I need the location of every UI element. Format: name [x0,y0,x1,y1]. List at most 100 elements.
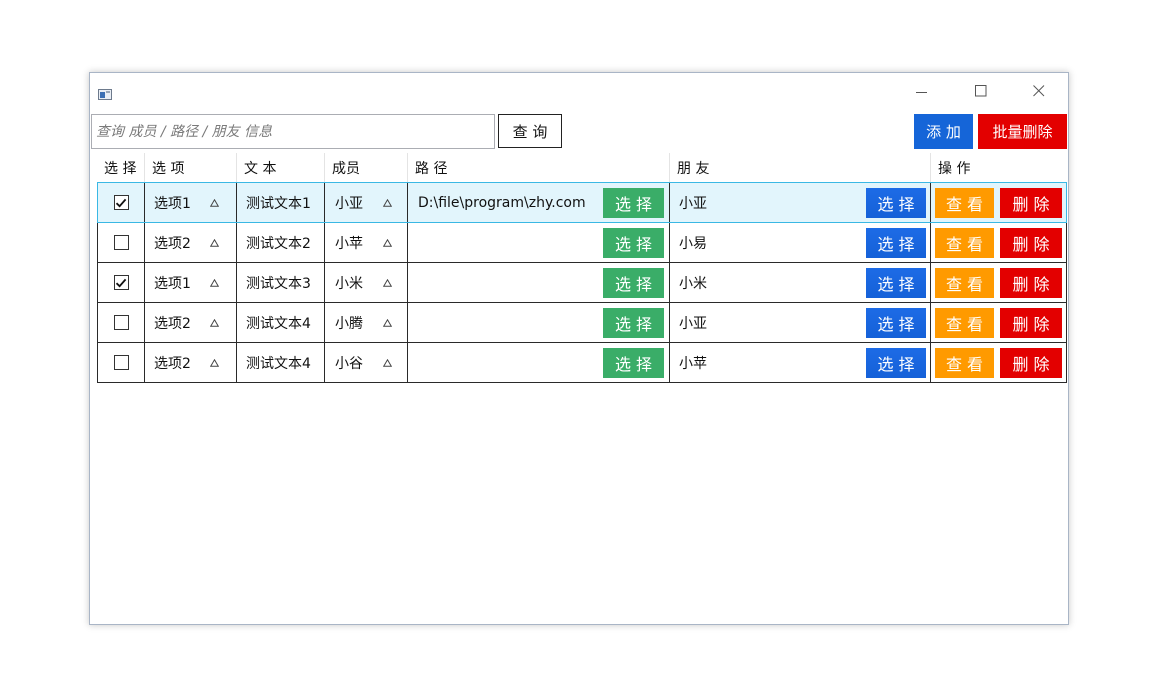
path-value: D:\file\program\zhy.com [418,194,586,211]
row-checkbox[interactable] [113,315,129,330]
text-value: 测试文本4 [246,355,311,372]
triangle-up-icon[interactable] [383,238,392,247]
checkmark-icon [115,198,127,208]
select-path-button[interactable]: 选 择 [603,307,664,338]
text-cell: 测试文本4 [237,303,325,342]
header-actions[interactable]: 操 作 [931,153,1067,182]
delete-button[interactable]: 删 除 [1000,347,1062,378]
actions-cell: 查 看 删 除 [931,183,1066,222]
path-cell: 选 择 [408,343,670,382]
table-row[interactable]: 选项2 测试文本2 小苹 选 择 小易 选 择 查 看 删 除 [97,222,1067,263]
header-path[interactable]: 路 径 [408,153,670,182]
table-row[interactable]: 选项2 测试文本4 小谷 选 择 小苹 选 择 查 看 删 除 [97,342,1067,383]
triangle-up-icon[interactable] [383,278,392,287]
friend-cell: 小苹 选 择 [670,343,931,382]
member-value: 小米 [335,275,363,292]
select-friend-button[interactable]: 选 择 [866,187,926,218]
view-button[interactable]: 查 看 [935,307,994,338]
member-cell[interactable]: 小米 [325,263,408,302]
select-path-button[interactable]: 选 择 [603,187,664,218]
delete-button[interactable]: 删 除 [1000,267,1062,298]
row-checkbox[interactable] [113,355,129,370]
option-cell[interactable]: 选项1 [145,183,237,222]
option-value: 选项2 [154,355,191,372]
view-button[interactable]: 查 看 [935,187,994,218]
actions-cell: 查 看 删 除 [931,223,1066,262]
query-button[interactable]: 查 询 [498,114,562,148]
select-friend-button[interactable]: 选 择 [866,267,926,298]
header-text[interactable]: 文 本 [237,153,325,182]
triangle-up-icon[interactable] [383,318,392,327]
option-cell[interactable]: 选项1 [145,263,237,302]
select-friend-button[interactable]: 选 择 [866,227,926,258]
header-option[interactable]: 选 项 [145,153,237,182]
member-value: 小亚 [335,195,363,212]
option-cell[interactable]: 选项2 [145,343,237,382]
member-cell[interactable]: 小亚 [325,183,408,222]
table-row[interactable]: 选项1 测试文本1 小亚 D:\file\program\zhy.com 选 择… [97,182,1067,223]
data-grid: 选 择 选 项 文 本 成员 路 径 朋 友 操 作 选项1 测试文本1 小亚 … [97,153,1067,383]
header-friend[interactable]: 朋 友 [670,153,931,182]
triangle-up-icon[interactable] [209,198,219,207]
member-cell[interactable]: 小谷 [325,343,408,382]
row-checkbox[interactable] [113,195,129,210]
delete-button[interactable]: 删 除 [1000,307,1062,338]
option-value: 选项2 [154,235,191,252]
view-button[interactable]: 查 看 [935,267,994,298]
close-icon[interactable] [1033,85,1045,97]
select-cell [98,343,145,382]
actions-cell: 查 看 删 除 [931,343,1066,382]
path-cell: D:\file\program\zhy.com 选 择 [408,183,670,222]
add-button[interactable]: 添 加 [914,114,973,149]
friend-value: 小亚 [679,315,707,332]
minimize-icon[interactable] [916,85,928,97]
view-button[interactable]: 查 看 [935,347,994,378]
friend-value: 小易 [679,235,707,252]
table-header: 选 择 选 项 文 本 成员 路 径 朋 友 操 作 [97,153,1067,182]
delete-button[interactable]: 删 除 [1000,227,1062,258]
member-value: 小腾 [335,315,363,332]
path-cell: 选 择 [408,303,670,342]
batch-delete-button[interactable]: 批量删除 [978,114,1067,149]
friend-cell: 小亚 选 择 [670,303,931,342]
view-button[interactable]: 查 看 [935,227,994,258]
table-body: 选项1 测试文本1 小亚 D:\file\program\zhy.com 选 择… [97,182,1067,383]
app-window: 查 询 添 加 批量删除 选 择 选 项 文 本 成员 路 径 朋 友 操 作 … [89,72,1069,625]
delete-button[interactable]: 删 除 [1000,187,1062,218]
table-row[interactable]: 选项2 测试文本4 小腾 选 择 小亚 选 择 查 看 删 除 [97,302,1067,343]
path-cell: 选 择 [408,263,670,302]
text-cell: 测试文本3 [237,263,325,302]
header-select[interactable]: 选 择 [97,153,145,182]
row-checkbox[interactable] [113,235,129,250]
text-value: 测试文本4 [246,315,311,332]
select-path-button[interactable]: 选 择 [603,347,664,378]
option-cell[interactable]: 选项2 [145,303,237,342]
triangle-up-icon[interactable] [209,358,219,367]
select-friend-button[interactable]: 选 择 [866,307,926,338]
row-checkbox[interactable] [113,275,129,290]
maximize-icon[interactable] [975,85,987,97]
triangle-up-icon[interactable] [209,238,219,247]
triangle-up-icon[interactable] [209,278,219,287]
select-path-button[interactable]: 选 择 [603,227,664,258]
option-cell[interactable]: 选项2 [145,223,237,262]
select-cell [98,263,145,302]
select-friend-button[interactable]: 选 择 [866,347,926,378]
friend-value: 小米 [679,275,707,292]
actions-cell: 查 看 删 除 [931,303,1066,342]
select-path-button[interactable]: 选 择 [603,267,664,298]
text-cell: 测试文本4 [237,343,325,382]
table-row[interactable]: 选项1 测试文本3 小米 选 择 小米 选 择 查 看 删 除 [97,262,1067,303]
triangle-up-icon[interactable] [383,358,392,367]
member-cell[interactable]: 小苹 [325,223,408,262]
search-input[interactable] [91,114,495,149]
triangle-up-icon[interactable] [209,318,219,327]
select-cell [98,183,145,222]
member-cell[interactable]: 小腾 [325,303,408,342]
triangle-up-icon[interactable] [383,198,392,207]
select-cell [98,223,145,262]
option-value: 选项1 [154,195,191,212]
header-member[interactable]: 成员 [325,153,408,182]
text-value: 测试文本2 [246,235,311,252]
app-icon[interactable] [98,85,112,100]
